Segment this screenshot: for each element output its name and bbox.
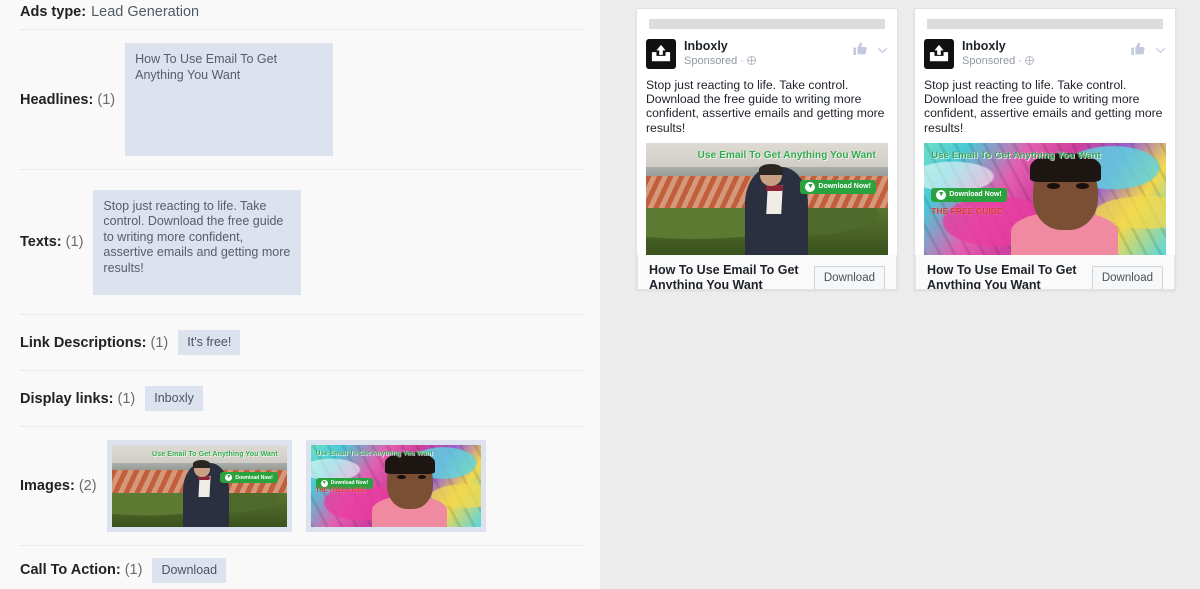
display-links-row: Display links: (1) Inboxly xyxy=(20,371,584,427)
call-to-action-body: Download xyxy=(152,557,227,583)
creative-image-2: Use Email To Get Anything You Want ▼ Dow… xyxy=(310,445,481,527)
creative-overlay-headline: Use Email To Get Anything You Want xyxy=(315,449,433,457)
ad-preview-card[interactable]: Inboxly Sponsored · Stop just reacting t… xyxy=(914,8,1176,290)
preview-card-strip: Inboxly Sponsored · Stop just reacting t… xyxy=(636,8,1200,290)
creative-overlay-free-guide: THE FREE GUIDE xyxy=(931,205,1003,216)
ad-primary-text: Stop just reacting to life. Take control… xyxy=(646,78,885,135)
ad-details-panel: Ads type: Lead Generation Headlines: (1)… xyxy=(0,0,600,589)
headlines-row: Headlines: (1) How To Use Email To Get A… xyxy=(20,30,584,170)
headlines-label: Headlines: (1) xyxy=(20,91,116,108)
ad-sponsored-line: Sponsored · xyxy=(684,55,756,67)
cta-tag[interactable]: Download xyxy=(152,557,227,583)
inbox-arrow-logo-icon xyxy=(924,39,954,69)
creative-overlay-headline: Use Email To Get Anything You Want xyxy=(931,149,1101,161)
texts-count: (1) xyxy=(65,234,84,250)
texts-label: Texts: (1) xyxy=(20,234,84,250)
ad-creative-image[interactable]: Use Email To Get Anything You Want ▼ Dow… xyxy=(646,142,888,255)
headlines-count: (1) xyxy=(97,91,116,108)
ads-type-label: Ads type: xyxy=(20,3,87,20)
images-label: Images: (2) xyxy=(20,478,97,494)
chevron-down-icon[interactable] xyxy=(877,41,888,54)
creative-overlay-download-button: ▼ Download Now! xyxy=(931,187,1007,202)
card-placeholder-bar xyxy=(927,19,1163,29)
creative-image-1: Use Email To Get Anything You Want ▼ Dow… xyxy=(111,445,287,527)
thumbs-up-icon[interactable] xyxy=(852,41,868,57)
ad-cta-button[interactable]: Download xyxy=(813,265,885,289)
display-links-count: (1) xyxy=(117,390,136,407)
ad-card-header: Inboxly Sponsored · xyxy=(646,39,888,69)
ad-footer-headline: How To Use Email To Get Anything You Wan… xyxy=(649,262,799,290)
images-row: Images: (2) Use Email To Get Anything Yo… xyxy=(20,427,584,546)
display-links-body: Inboxly xyxy=(145,386,203,411)
creative-overlay-download-button: ▼ Download Now! xyxy=(800,179,876,194)
ads-type-value: Lead Generation xyxy=(91,3,200,20)
ad-sponsored-line: Sponsored · xyxy=(962,55,1034,67)
texts-row: Texts: (1) Stop just reacting to life. T… xyxy=(20,170,584,315)
ad-creative-image[interactable]: Use Email To Get Anything You Want ▼ Dow… xyxy=(924,142,1166,255)
chevron-down-icon[interactable] xyxy=(1155,41,1166,54)
link-descriptions-count: (1) xyxy=(150,334,169,351)
ad-card-actions xyxy=(1130,39,1166,57)
call-to-action-row: Call To Action: (1) Download xyxy=(20,546,584,589)
ads-type-row: Ads type: Lead Generation xyxy=(20,0,584,30)
creative-overlay-headline: Use Email To Get Anything You Want xyxy=(152,450,278,458)
ad-cta-button[interactable]: Download xyxy=(1091,265,1163,289)
inbox-arrow-logo-icon xyxy=(646,39,676,69)
download-icon: ▼ xyxy=(225,474,233,482)
body-textbox[interactable]: Stop just reacting to life. Take control… xyxy=(93,189,302,295)
download-icon: ▼ xyxy=(805,181,816,192)
ad-preview-panel: Inboxly Sponsored · Stop just reacting t… xyxy=(600,0,1200,589)
link-description-tag[interactable]: It's free! xyxy=(178,330,241,355)
ad-primary-text: Stop just reacting to life. Take control… xyxy=(924,78,1163,135)
call-to-action-label: Call To Action: (1) xyxy=(20,562,143,578)
texts-body: Stop just reacting to life. Take control… xyxy=(93,189,302,295)
creative-overlay-headline: Use Email To Get Anything You Want xyxy=(697,149,876,161)
ad-card-footer: How To Use Email To Get Anything You Wan… xyxy=(915,254,1175,290)
display-link-tag[interactable]: Inboxly xyxy=(145,386,203,411)
thumbs-up-icon[interactable] xyxy=(1130,41,1146,57)
headline-textbox[interactable]: How To Use Email To Get Anything You Wan… xyxy=(125,43,334,156)
image-thumbnail[interactable]: Use Email To Get Anything You Want ▼ Dow… xyxy=(106,440,292,532)
ads-review-screen: Ads type: Lead Generation Headlines: (1)… xyxy=(0,0,1200,589)
creative-overlay-download-button: ▼ Download Now! xyxy=(220,472,278,484)
download-icon: ▼ xyxy=(320,479,328,487)
ad-card-footer: How To Use Email To Get Anything You Wan… xyxy=(637,254,897,290)
ad-footer-headline: How To Use Email To Get Anything You Wan… xyxy=(927,262,1077,290)
call-to-action-count: (1) xyxy=(124,562,143,578)
download-icon: ▼ xyxy=(936,189,947,200)
globe-icon xyxy=(1024,56,1034,66)
images-body: Use Email To Get Anything You Want ▼ Dow… xyxy=(106,440,486,532)
link-descriptions-row: Link Descriptions: (1) It's free! xyxy=(20,315,584,371)
ad-brand-block: Inboxly Sponsored · xyxy=(684,39,756,67)
card-placeholder-bar xyxy=(649,19,885,29)
headlines-body: How To Use Email To Get Anything You Wan… xyxy=(125,43,334,156)
image-thumbnail[interactable]: Use Email To Get Anything You Want ▼ Dow… xyxy=(305,440,486,532)
link-descriptions-label: Link Descriptions: (1) xyxy=(20,334,169,351)
globe-icon xyxy=(746,56,756,66)
display-links-label: Display links: (1) xyxy=(20,390,136,407)
images-count: (2) xyxy=(78,478,97,494)
ad-brand-name[interactable]: Inboxly xyxy=(962,39,1034,54)
ad-card-header: Inboxly Sponsored · xyxy=(924,39,1166,69)
ad-card-actions xyxy=(852,39,888,57)
link-descriptions-body: It's free! xyxy=(178,330,241,355)
ad-brand-block: Inboxly Sponsored · xyxy=(962,39,1034,67)
ad-brand-name[interactable]: Inboxly xyxy=(684,39,756,54)
ad-preview-card[interactable]: Inboxly Sponsored · Stop just reacting t… xyxy=(636,8,898,290)
